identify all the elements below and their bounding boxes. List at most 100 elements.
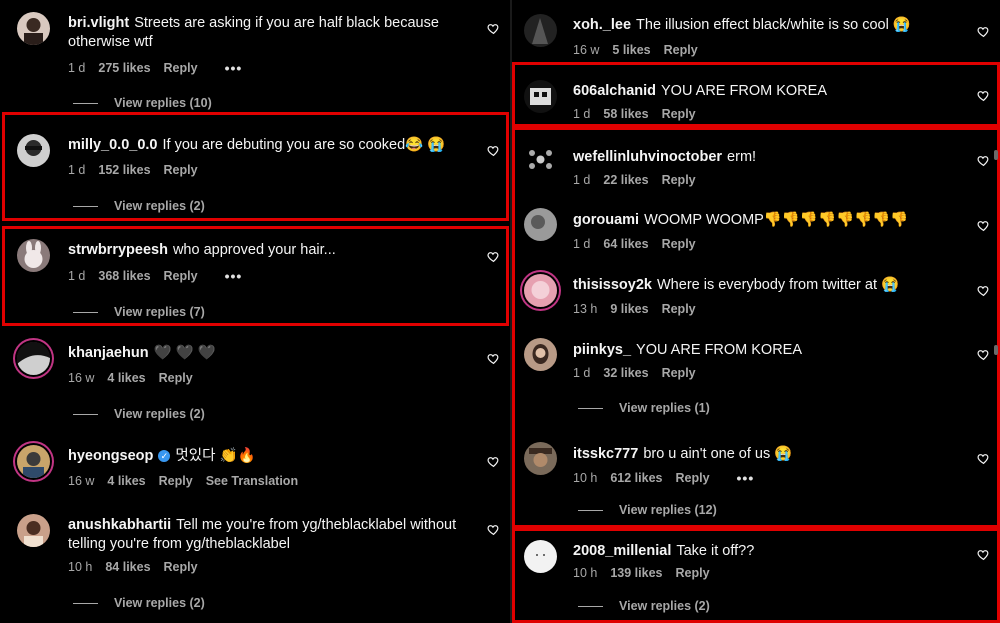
username[interactable]: anushkabhartii — [68, 517, 171, 533]
reply-button[interactable]: Reply — [664, 43, 698, 57]
likes-count[interactable]: 64 likes — [603, 237, 648, 251]
timestamp[interactable]: 10 h — [68, 560, 92, 574]
username[interactable]: xoh._lee — [573, 17, 631, 33]
username[interactable]: itsskc777 — [573, 446, 638, 462]
heart-outline-icon[interactable] — [977, 25, 990, 38]
likes-count[interactable]: 5 likes — [612, 43, 650, 57]
heart-outline-icon[interactable] — [487, 250, 500, 263]
timestamp[interactable]: 10 h — [573, 471, 597, 485]
timestamp[interactable]: 1 d — [573, 366, 590, 380]
see-translation-button[interactable]: See Translation — [206, 474, 298, 488]
likes-count[interactable]: 58 likes — [603, 107, 648, 121]
heart-outline-icon[interactable] — [487, 22, 500, 35]
heart-outline-icon[interactable] — [487, 455, 500, 468]
scrollbar-thumb[interactable] — [994, 150, 998, 160]
reply-button[interactable]: Reply — [159, 474, 193, 488]
heart-outline-icon[interactable] — [977, 452, 990, 465]
likes-count[interactable]: 152 likes — [98, 163, 150, 177]
likes-count[interactable]: 612 likes — [610, 471, 662, 485]
timestamp[interactable]: 1 d — [68, 163, 85, 177]
likes-count[interactable]: 84 likes — [105, 560, 150, 574]
avatar[interactable] — [524, 338, 557, 371]
username[interactable]: hyeongseop — [68, 448, 153, 464]
timestamp[interactable]: 13 h — [573, 302, 597, 316]
avatar[interactable] — [524, 14, 557, 47]
reply-button[interactable]: Reply — [662, 173, 696, 187]
username[interactable]: piinkys_ — [573, 342, 631, 358]
timestamp[interactable]: 16 w — [68, 474, 94, 488]
more-options-button[interactable]: ••• — [737, 470, 755, 486]
likes-count[interactable]: 9 likes — [610, 302, 648, 316]
more-options-button[interactable]: ••• — [225, 268, 243, 284]
avatar[interactable] — [524, 143, 557, 176]
likes-count[interactable]: 4 likes — [107, 371, 145, 385]
username[interactable]: khanjaehun — [68, 345, 149, 361]
timestamp[interactable]: 16 w — [68, 371, 94, 385]
heart-outline-icon[interactable] — [487, 523, 500, 536]
avatar[interactable] — [17, 12, 50, 45]
username[interactable]: milly_0.0_0.0 — [68, 137, 158, 153]
avatar[interactable] — [17, 445, 50, 478]
reply-button[interactable]: Reply — [662, 107, 696, 121]
timestamp[interactable]: 1 d — [573, 237, 590, 251]
reply-button[interactable]: Reply — [164, 269, 198, 283]
avatar[interactable] — [17, 342, 50, 375]
likes-count[interactable]: 32 likes — [603, 366, 648, 380]
view-replies-button[interactable]: View replies (2) — [578, 599, 710, 613]
reply-button[interactable]: Reply — [164, 560, 198, 574]
heart-outline-icon[interactable] — [977, 89, 990, 102]
username[interactable]: 606alchanid — [573, 83, 656, 99]
avatar[interactable] — [524, 80, 557, 113]
more-options-button[interactable]: ••• — [225, 60, 243, 76]
heart-outline-icon[interactable] — [977, 154, 990, 167]
heart-outline-icon[interactable] — [977, 348, 990, 361]
reply-button[interactable]: Reply — [164, 163, 198, 177]
avatar[interactable] — [17, 239, 50, 272]
heart-outline-icon[interactable] — [977, 548, 990, 561]
view-replies-button[interactable]: View replies (12) — [578, 503, 717, 517]
comment-text: The illusion effect black/white is so co… — [636, 17, 911, 33]
timestamp[interactable]: 16 w — [573, 43, 599, 57]
heart-outline-icon[interactable] — [977, 219, 990, 232]
username[interactable]: strwbrrypeesh — [68, 242, 168, 258]
avatar[interactable] — [524, 540, 557, 573]
timestamp[interactable]: 1 d — [573, 107, 590, 121]
avatar[interactable] — [17, 514, 50, 547]
likes-count[interactable]: 368 likes — [98, 269, 150, 283]
reply-button[interactable]: Reply — [164, 61, 198, 75]
scrollbar-thumb[interactable] — [994, 345, 998, 355]
view-replies-button[interactable]: View replies (7) — [73, 305, 205, 319]
heart-outline-icon[interactable] — [487, 352, 500, 365]
view-replies-button[interactable]: View replies (2) — [73, 407, 205, 421]
likes-count[interactable]: 22 likes — [603, 173, 648, 187]
username[interactable]: wefellinluhvinoctober — [573, 149, 722, 165]
avatar[interactable] — [17, 134, 50, 167]
heart-outline-icon[interactable] — [977, 284, 990, 297]
view-replies-button[interactable]: View replies (10) — [73, 96, 212, 110]
comment-body: wefellinluhvinoctober erm! — [573, 148, 960, 167]
reply-button[interactable]: Reply — [662, 302, 696, 316]
timestamp[interactable]: 1 d — [68, 269, 85, 283]
username[interactable]: gorouami — [573, 212, 639, 228]
reply-button[interactable]: Reply — [662, 366, 696, 380]
avatar[interactable] — [524, 274, 557, 307]
view-replies-button[interactable]: View replies (2) — [73, 199, 205, 213]
reply-button[interactable]: Reply — [662, 237, 696, 251]
username[interactable]: bri.vlight — [68, 15, 129, 31]
likes-count[interactable]: 139 likes — [610, 566, 662, 580]
likes-count[interactable]: 275 likes — [98, 61, 150, 75]
timestamp[interactable]: 10 h — [573, 566, 597, 580]
view-replies-button[interactable]: View replies (2) — [73, 596, 205, 610]
reply-button[interactable]: Reply — [159, 371, 193, 385]
likes-count[interactable]: 4 likes — [107, 474, 145, 488]
username[interactable]: 2008_millenial — [573, 543, 671, 559]
heart-outline-icon[interactable] — [487, 144, 500, 157]
avatar[interactable] — [524, 208, 557, 241]
reply-button[interactable]: Reply — [675, 566, 709, 580]
timestamp[interactable]: 1 d — [573, 173, 590, 187]
view-replies-button[interactable]: View replies (1) — [578, 401, 710, 415]
username[interactable]: thisissoy2k — [573, 277, 652, 293]
avatar[interactable] — [524, 442, 557, 475]
reply-button[interactable]: Reply — [675, 471, 709, 485]
timestamp[interactable]: 1 d — [68, 61, 85, 75]
